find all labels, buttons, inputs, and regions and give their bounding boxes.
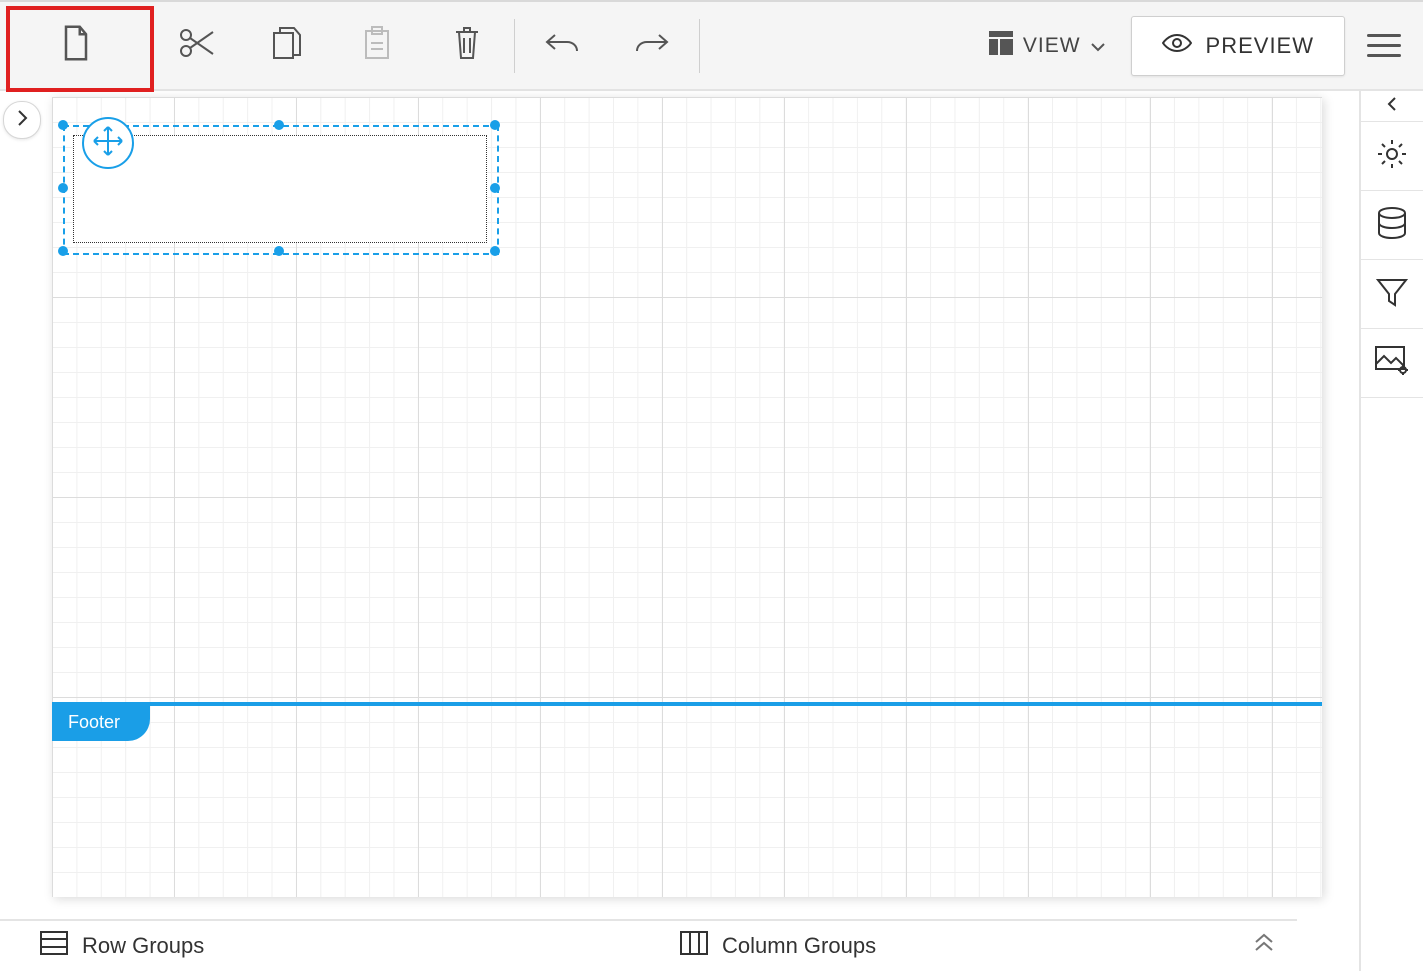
gear-icon — [1376, 138, 1408, 175]
delete-button[interactable] — [422, 0, 512, 91]
copy-icon — [272, 26, 302, 65]
chevron-down-icon — [1091, 34, 1105, 58]
report-page[interactable]: Footer — [52, 97, 1322, 897]
resize-handle-se[interactable] — [490, 246, 500, 256]
preview-button[interactable]: PREVIEW — [1131, 16, 1345, 76]
chevron-right-icon — [16, 109, 28, 132]
layout-icon — [989, 31, 1013, 61]
resize-handle-s[interactable] — [274, 246, 284, 256]
toolbar-separator — [699, 19, 700, 73]
row-groups-section[interactable]: Row Groups — [40, 931, 680, 961]
data-panel-button[interactable] — [1361, 191, 1423, 260]
filter-panel-button[interactable] — [1361, 260, 1423, 329]
clipboard-icon — [363, 26, 391, 65]
resize-handle-sw[interactable] — [58, 246, 68, 256]
resize-handle-e[interactable] — [490, 183, 500, 193]
redo-icon — [635, 31, 669, 60]
resize-handle-w[interactable] — [58, 183, 68, 193]
footer-section-tab[interactable]: Footer — [52, 706, 150, 741]
groups-bar: Row Groups Column Groups — [0, 919, 1297, 971]
hamburger-icon — [1367, 34, 1401, 37]
preview-label: PREVIEW — [1206, 33, 1314, 59]
move-icon — [93, 126, 123, 161]
collapse-groups-button[interactable] — [1253, 931, 1275, 959]
column-groups-label: Column Groups — [722, 933, 876, 959]
column-groups-section[interactable]: Column Groups — [680, 931, 876, 961]
top-toolbar: VIEW PREVIEW — [0, 0, 1423, 91]
eye-icon — [1162, 33, 1192, 59]
resize-handle-n[interactable] — [274, 120, 284, 130]
image-settings-icon — [1375, 346, 1409, 381]
columns-icon — [680, 931, 708, 961]
view-dropdown[interactable]: VIEW — [963, 0, 1131, 91]
resize-handle-ne[interactable] — [490, 120, 500, 130]
design-canvas-wrapper: Footer Row Groups Column Groups — [0, 91, 1359, 971]
undo-icon — [545, 31, 579, 60]
copy-button[interactable] — [242, 0, 332, 91]
resize-handle-nw[interactable] — [58, 120, 68, 130]
collapse-side-panel-button[interactable] — [1361, 91, 1423, 122]
chevron-left-icon — [1386, 96, 1398, 117]
footer-divider — [52, 702, 1322, 706]
trash-icon — [453, 26, 481, 65]
scissors-icon — [179, 28, 215, 63]
properties-panel-button[interactable] — [1361, 122, 1423, 191]
image-panel-button[interactable] — [1361, 329, 1423, 398]
cut-button[interactable] — [152, 0, 242, 91]
database-icon — [1377, 207, 1407, 244]
rows-icon — [40, 931, 68, 961]
view-label: VIEW — [1023, 34, 1081, 58]
filter-icon — [1376, 276, 1408, 313]
move-handle[interactable] — [82, 117, 134, 169]
footer-label: Footer — [68, 712, 120, 732]
new-document-button[interactable] — [0, 0, 152, 91]
document-icon — [61, 25, 91, 66]
double-chevron-up-icon — [1253, 933, 1275, 958]
side-panel — [1359, 91, 1423, 971]
row-groups-label: Row Groups — [82, 933, 204, 959]
toolbar-separator — [514, 19, 515, 73]
paste-button[interactable] — [332, 0, 422, 91]
redo-button[interactable] — [607, 0, 697, 91]
menu-button[interactable] — [1345, 0, 1423, 91]
expand-panel-button[interactable] — [3, 101, 41, 139]
undo-button[interactable] — [517, 0, 607, 91]
